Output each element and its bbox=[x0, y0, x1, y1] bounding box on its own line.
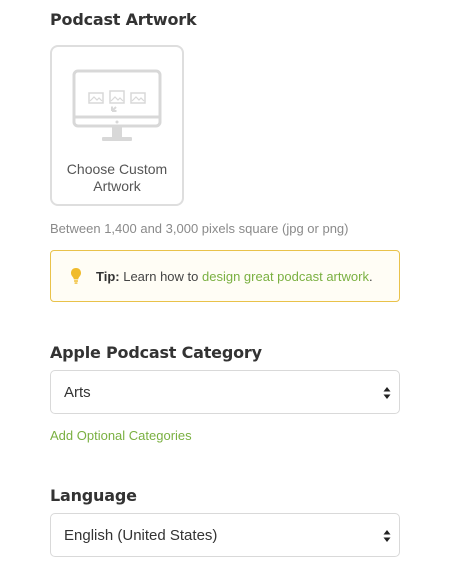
tip-suffix: . bbox=[368, 269, 373, 284]
lightbulb-icon bbox=[71, 268, 81, 284]
category-select[interactable]: Arts bbox=[50, 370, 400, 414]
artwork-section-title: Podcast Artwork bbox=[50, 10, 197, 29]
language-select[interactable]: English (United States) bbox=[50, 513, 400, 557]
tip-text: Tip: Learn how to design great podcast a… bbox=[96, 269, 373, 284]
choose-artwork-button[interactable]: Choose Custom Artwork bbox=[50, 45, 184, 206]
category-section-title: Apple Podcast Category bbox=[50, 343, 262, 362]
tip-prefix: Tip: bbox=[96, 269, 120, 284]
choose-artwork-label: Choose Custom Artwork bbox=[66, 161, 168, 194]
artwork-guide-link[interactable]: design great podcast artwork bbox=[202, 269, 369, 284]
tip-body: Learn how to bbox=[123, 269, 199, 284]
select-arrows-icon bbox=[383, 530, 391, 542]
artwork-size-hint: Between 1,400 and 3,000 pixels square (j… bbox=[50, 221, 349, 236]
language-select-value: English (United States) bbox=[64, 527, 218, 544]
monitor-upload-icon bbox=[72, 69, 162, 141]
add-optional-categories-link[interactable]: Add Optional Categories bbox=[50, 428, 192, 443]
category-select-value: Arts bbox=[64, 384, 91, 401]
language-section-title: Language bbox=[50, 486, 137, 505]
tip-box: Tip: Learn how to design great podcast a… bbox=[50, 250, 400, 302]
select-arrows-icon bbox=[383, 387, 391, 399]
